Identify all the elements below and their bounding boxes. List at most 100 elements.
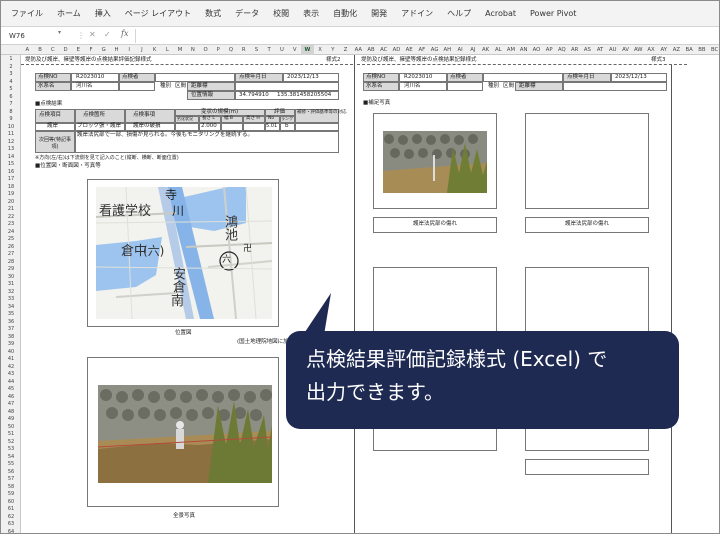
insert-function-icon[interactable]: fx [121,29,128,38]
column-header-ab[interactable]: AB [365,45,378,55]
row-header-11[interactable]: 11 [1,131,21,139]
column-header-d[interactable]: D [59,45,72,55]
column-header-at[interactable]: AT [594,45,607,55]
column-header-i[interactable]: I [123,45,136,55]
row-header-29[interactable]: 29 [1,266,21,274]
row-header-8[interactable]: 8 [1,109,21,117]
row-header-56[interactable]: 56 [1,469,21,477]
column-header-am[interactable]: AM [505,45,518,55]
column-header-aa[interactable]: AA [352,45,365,55]
row-header-58[interactable]: 58 [1,484,21,492]
column-header-v[interactable]: V [288,45,301,55]
column-header-n[interactable]: N [186,45,199,55]
row-header-63[interactable]: 63 [1,521,21,529]
column-header-bc[interactable]: BC [708,45,719,55]
column-header-a[interactable]: A [21,45,34,55]
row-header-48[interactable]: 48 [1,409,21,417]
column-header-j[interactable]: J [136,45,149,55]
column-header-c[interactable]: C [46,45,59,55]
row-header-4[interactable]: 4 [1,79,21,87]
row-header-62[interactable]: 62 [1,514,21,522]
column-header-av[interactable]: AV [619,45,632,55]
row-header-14[interactable]: 14 [1,154,21,162]
row-header-33[interactable]: 33 [1,296,21,304]
column-header-al[interactable]: AL [492,45,505,55]
row-header-20[interactable]: 20 [1,199,21,207]
row-header-31[interactable]: 31 [1,281,21,289]
row-header-57[interactable]: 57 [1,476,21,484]
tab-page-layout[interactable]: ページ レイアウト [125,8,191,19]
row-header-42[interactable]: 42 [1,364,21,372]
column-header-ah[interactable]: AH [441,45,454,55]
row-header-40[interactable]: 40 [1,349,21,357]
tab-review[interactable]: 校閲 [273,8,289,19]
name-box-dropdown-icon[interactable]: ▾ [58,29,61,36]
row-header-61[interactable]: 61 [1,506,21,514]
column-header-ac[interactable]: AC [377,45,390,55]
tab-automate[interactable]: 自動化 [333,8,357,19]
row-header-35[interactable]: 35 [1,311,21,319]
row-header-16[interactable]: 16 [1,169,21,177]
cancel-icon[interactable]: ✕ [89,30,96,39]
column-header-ao[interactable]: AO [530,45,543,55]
row-header-60[interactable]: 60 [1,499,21,507]
row-header-52[interactable]: 52 [1,439,21,447]
row-header-9[interactable]: 9 [1,116,21,124]
row-header-55[interactable]: 55 [1,461,21,469]
row-header-19[interactable]: 19 [1,191,21,199]
tab-acrobat[interactable]: Acrobat [485,9,516,18]
column-header-f[interactable]: F [85,45,98,55]
column-header-af[interactable]: AF [416,45,429,55]
tab-formulas[interactable]: 数式 [205,8,221,19]
column-header-u[interactable]: U [276,45,289,55]
column-header-p[interactable]: P [212,45,225,55]
column-header-s[interactable]: S [250,45,263,55]
column-header-h[interactable]: H [110,45,123,55]
row-header-32[interactable]: 32 [1,289,21,297]
row-header-10[interactable]: 10 [1,124,21,132]
column-header-k[interactable]: K [148,45,161,55]
row-header-36[interactable]: 36 [1,319,21,327]
tab-help[interactable]: ヘルプ [447,8,471,19]
row-header-5[interactable]: 5 [1,86,21,94]
column-header-r[interactable]: R [237,45,250,55]
row-header-21[interactable]: 21 [1,206,21,214]
row-header-23[interactable]: 23 [1,221,21,229]
tab-data[interactable]: データ [235,8,259,19]
column-header-bb[interactable]: BB [696,45,709,55]
column-header-au[interactable]: AU [606,45,619,55]
tab-developer[interactable]: 開発 [371,8,387,19]
column-header-l[interactable]: L [161,45,174,55]
column-header-as[interactable]: AS [581,45,594,55]
tab-power-pivot[interactable]: Power Pivot [530,9,576,18]
row-header-59[interactable]: 59 [1,491,21,499]
row-header-18[interactable]: 18 [1,184,21,192]
row-header-1[interactable]: 1 [1,56,21,64]
column-header-g[interactable]: G [97,45,110,55]
column-header-ay[interactable]: AY [657,45,670,55]
row-header-64[interactable]: 64 [1,529,21,534]
tab-file[interactable]: ファイル [11,8,43,19]
column-header-ai[interactable]: AI [454,45,467,55]
column-header-ba[interactable]: BA [683,45,696,55]
row-header-3[interactable]: 3 [1,71,21,79]
column-header-z[interactable]: Z [339,45,352,55]
row-header-25[interactable]: 25 [1,236,21,244]
row-header-46[interactable]: 46 [1,394,21,402]
row-header-50[interactable]: 50 [1,424,21,432]
column-header-ag[interactable]: AG [428,45,441,55]
column-header-aj[interactable]: AJ [466,45,479,55]
row-header-45[interactable]: 45 [1,386,21,394]
column-header-ap[interactable]: AP [543,45,556,55]
row-header-15[interactable]: 15 [1,161,21,169]
row-header-6[interactable]: 6 [1,94,21,102]
column-header-ax[interactable]: AX [645,45,658,55]
tab-view[interactable]: 表示 [303,8,319,19]
column-header-x[interactable]: X [314,45,327,55]
column-header-o[interactable]: O [199,45,212,55]
column-header-ae[interactable]: AE [403,45,416,55]
column-header-an[interactable]: AN [517,45,530,55]
row-header-30[interactable]: 30 [1,274,21,282]
column-header-ad[interactable]: AD [390,45,403,55]
row-header-13[interactable]: 13 [1,146,21,154]
